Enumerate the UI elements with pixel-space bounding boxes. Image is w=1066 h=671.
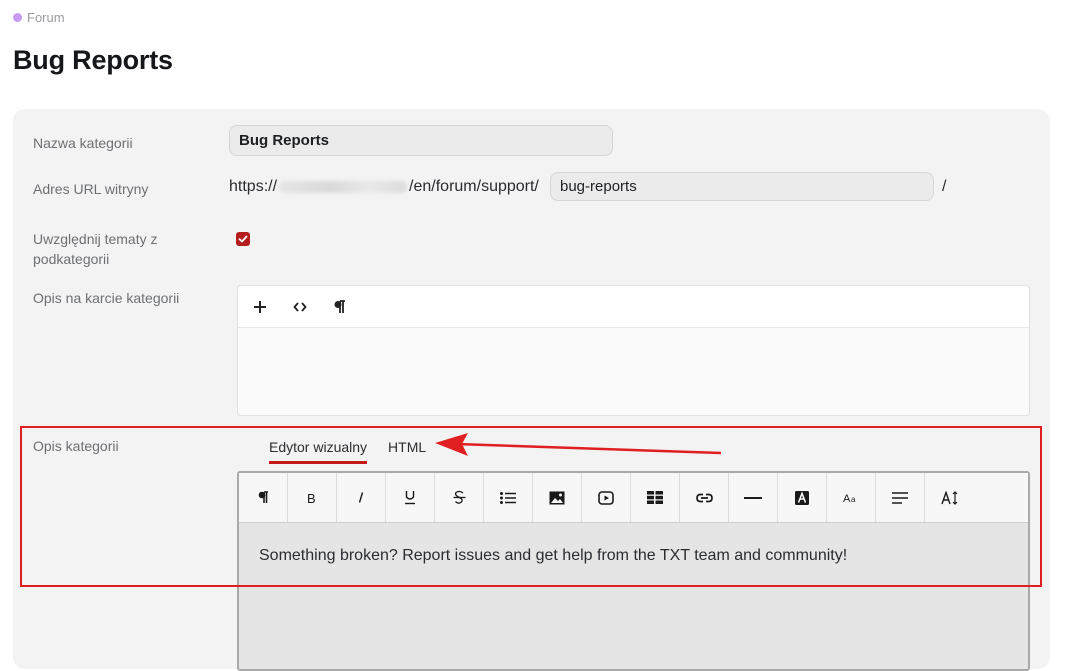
breadcrumb[interactable]: Forum [13,10,65,25]
breadcrumb-dot-icon [13,13,22,22]
name-label: Nazwa kategorii [33,135,133,151]
check-icon [238,235,248,243]
card-description-label: Opis na karcie kategorii [33,290,180,306]
url-prefix: https:// /en/forum/support/ [229,178,539,196]
url-suffix: / [942,178,947,195]
url-blurred-domain [279,181,408,193]
include-subcategories-checkbox[interactable] [236,232,250,246]
category-name-input[interactable]: Bug Reports [229,125,613,156]
paragraph-icon[interactable] [330,297,350,317]
url-label: Adres URL witryny [33,181,149,197]
card-description-toolbar [238,286,1029,328]
include-subcategories-label: Uwzględnij tematy z podkategorii [33,231,158,267]
page-title: Bug Reports [13,45,173,75]
breadcrumb-label[interactable]: Forum [27,10,65,25]
code-icon[interactable] [290,297,310,317]
slug-input[interactable]: bug-reports [550,172,934,201]
plus-icon[interactable] [250,297,270,317]
annotation-highlight-box [20,426,1042,587]
url-prefix-start: https:// [229,178,278,195]
url-prefix-end: /en/forum/support/ [409,178,539,195]
card-description-editor[interactable] [237,285,1030,416]
